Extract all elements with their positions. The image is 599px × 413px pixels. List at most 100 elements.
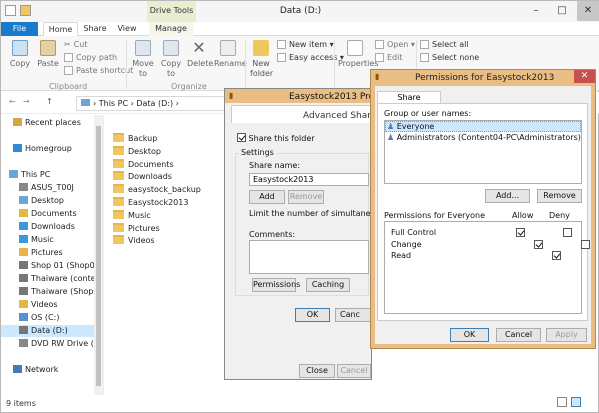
add-share-button[interactable]: Add — [249, 190, 285, 204]
list-item[interactable]: Easystock2013 — [113, 196, 188, 209]
breadcrumb-this-pc[interactable]: This PC — [99, 99, 128, 108]
deny-checkbox[interactable] — [581, 239, 590, 249]
list-item[interactable]: Music — [113, 209, 151, 222]
sidebar-item[interactable]: Shop 01 (Shop01 — [1, 260, 99, 272]
ribbon-separator — [245, 40, 246, 88]
rename-icon — [220, 40, 236, 56]
permissions-button[interactable]: Permissions — [252, 278, 300, 292]
sidebar-item[interactable]: This PC — [1, 169, 99, 181]
deny-checkbox[interactable] — [563, 228, 572, 237]
group-clipboard-label: Clipboard — [49, 82, 88, 91]
sidebar-item[interactable]: Homegroup — [1, 143, 99, 155]
large-icons-view-icon[interactable] — [571, 397, 581, 407]
allow-checkbox[interactable] — [516, 228, 525, 237]
sidebar-item[interactable]: Network — [1, 364, 99, 376]
rename-button[interactable]: Rename — [214, 40, 247, 69]
sidebar-item[interactable]: Desktop — [1, 195, 99, 207]
sidebar-item-icon — [19, 300, 28, 308]
tab-view[interactable]: View — [114, 22, 140, 36]
sidebar-item-label: Homegroup — [25, 144, 72, 153]
sidebar-item-icon — [13, 118, 22, 126]
tab-file[interactable]: File — [1, 22, 38, 36]
sidebar-item[interactable]: Thaiware (conter — [1, 273, 99, 285]
delete-button[interactable]: ✕ Delete — [187, 40, 213, 69]
list-item[interactable]: Downloads — [113, 170, 172, 183]
paste-button[interactable]: Paste — [37, 40, 59, 69]
copy-path-icon — [64, 53, 73, 62]
edit-button[interactable]: Edit — [375, 53, 403, 62]
sidebar-item[interactable]: Thaiware (Shop0 — [1, 286, 99, 298]
details-view-icon[interactable] — [557, 397, 567, 407]
sidebar-item[interactable]: Videos — [1, 299, 99, 311]
sidebar-item[interactable]: DVD RW Drive (E: — [1, 338, 99, 350]
sidebar-item-icon — [9, 170, 18, 178]
sidebar-item[interactable]: Pictures — [1, 247, 99, 259]
sidebar-item[interactable]: Music — [1, 234, 99, 246]
cancel-button[interactable]: Cancel — [337, 364, 371, 378]
user-administrators-label: Administrators (Content04-PC\Administrat… — [396, 133, 581, 142]
advanced-cancel-button[interactable]: Canc — [335, 308, 371, 322]
sidebar-item[interactable]: Documents — [1, 208, 99, 220]
properties-button[interactable]: Properties — [338, 40, 378, 69]
remove-share-button[interactable]: Remove — [288, 190, 324, 204]
add-user-button[interactable]: Add... — [485, 189, 530, 203]
share-name-field[interactable]: Easystock2013 — [249, 173, 369, 186]
permissions-apply-button[interactable]: Apply — [546, 328, 587, 342]
sidebar-item[interactable]: Data (D:) — [1, 325, 99, 337]
list-item[interactable]: Backup — [113, 132, 157, 145]
file-name: Music — [128, 210, 151, 220]
back-arrow-icon[interactable]: ← — [9, 97, 16, 106]
address-input[interactable]: › This PC › Data (D:) › — [76, 96, 226, 111]
share-folder-check[interactable] — [237, 133, 246, 142]
open-button[interactable]: Open ▾ — [375, 40, 415, 49]
tab-manage[interactable]: Manage — [149, 22, 193, 36]
new-folder-button[interactable]: New folder — [250, 40, 273, 79]
copy-path-label: Copy path — [76, 53, 118, 62]
advanced-ok-button[interactable]: OK — [295, 308, 330, 322]
list-item[interactable]: Videos — [113, 234, 155, 247]
sidebar-item[interactable]: Recent places — [1, 117, 99, 129]
allow-checkbox[interactable] — [534, 239, 543, 249]
sidebar-item[interactable]: Downloads — [1, 221, 99, 233]
breadcrumb-data-d[interactable]: Data (D:) — [136, 99, 173, 108]
list-item[interactable]: Desktop — [113, 145, 161, 158]
close-button[interactable]: ✕ — [577, 1, 599, 21]
cut-button[interactable]: ✂ Cut — [64, 40, 88, 49]
allow-column-header: Allow — [512, 211, 534, 220]
sidebar-item-label: This PC — [21, 170, 51, 179]
permissions-close-icon[interactable]: ✕ — [574, 70, 595, 83]
paste-shortcut-button[interactable]: Paste shortcut — [64, 66, 133, 75]
minimize-button[interactable]: – — [525, 1, 547, 21]
copy-to-button[interactable]: Copy to — [159, 40, 183, 79]
forward-arrow-icon[interactable]: → — [23, 97, 30, 106]
list-item[interactable]: Documents — [113, 158, 174, 171]
sidebar-item[interactable]: ASUS_T00J — [1, 182, 99, 194]
select-none-button[interactable]: Select none — [420, 53, 479, 62]
copy-button[interactable]: Copy — [9, 40, 31, 69]
remove-user-button[interactable]: Remove — [537, 189, 582, 203]
list-item[interactable]: Pictures — [113, 222, 160, 235]
sidebar-item-label: DVD RW Drive (E: — [31, 339, 99, 348]
tab-home[interactable]: Home — [43, 22, 78, 36]
permissions-ok-button[interactable]: OK — [450, 328, 489, 342]
copy-path-button[interactable]: Copy path — [64, 53, 117, 62]
up-arrow-icon[interactable]: ↑ — [46, 97, 53, 106]
comments-field[interactable] — [249, 240, 369, 274]
tab-share[interactable]: Share — [80, 22, 110, 36]
maximize-button[interactable]: □ — [551, 1, 573, 21]
user-administrators[interactable]: ♟ Administrators (Content04-PC\Administr… — [387, 133, 581, 142]
allow-checkbox[interactable] — [552, 251, 561, 260]
share-folder-checkbox[interactable]: Share this folder — [237, 133, 315, 143]
list-item[interactable]: easystock_backup — [113, 183, 201, 196]
file-name: Pictures — [128, 223, 160, 233]
copy-label: Copy — [9, 59, 31, 68]
close-button[interactable]: Close — [299, 364, 335, 378]
permissions-cancel-button[interactable]: Cancel — [496, 328, 541, 342]
select-all-button[interactable]: Select all — [420, 40, 469, 49]
move-to-button[interactable]: Move to — [131, 40, 155, 79]
caching-button[interactable]: Caching — [306, 278, 350, 292]
new-item-button[interactable]: New item ▾ — [277, 40, 334, 49]
sidebar-item-label: ASUS_T00J — [31, 183, 74, 192]
navigation-scrollbar-thumb[interactable] — [96, 126, 101, 386]
sidebar-item[interactable]: OS (C:) — [1, 312, 99, 324]
